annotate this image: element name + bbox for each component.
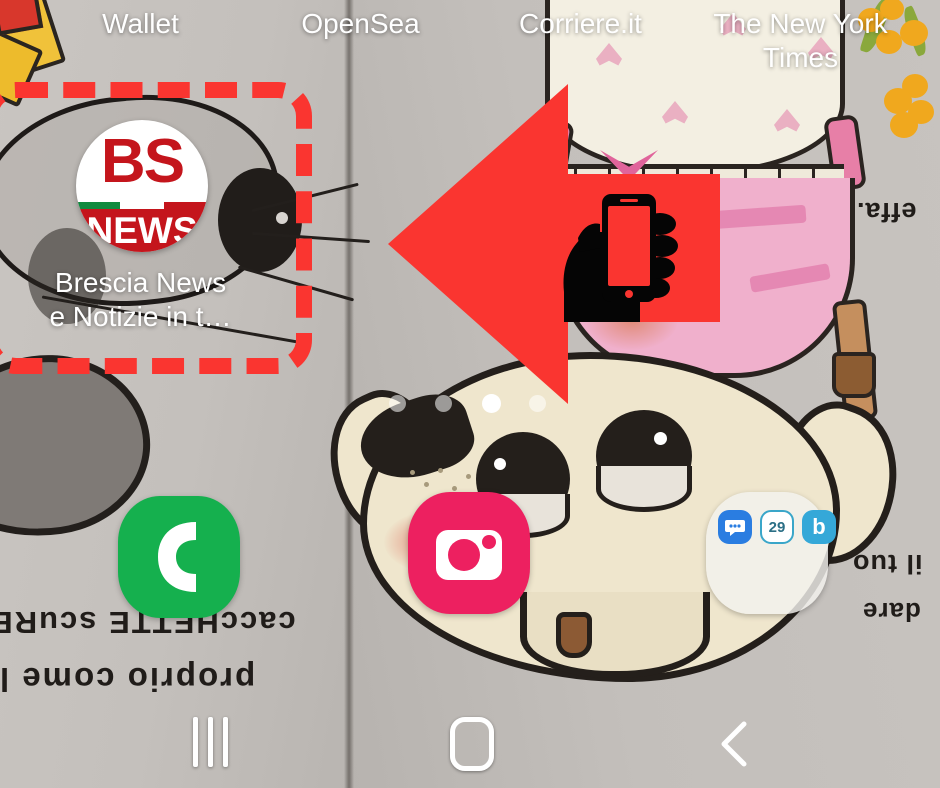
recents-button[interactable] — [150, 700, 270, 788]
page-dot-3-active[interactable] — [482, 394, 501, 413]
home-screen: Wallet OpenSea Corriere.it The New York … — [0, 0, 940, 788]
brescia-news-label-line1: Brescia News — [54, 267, 227, 298]
dock-camera-app[interactable] — [408, 492, 530, 614]
dock-app-folder[interactable]: 29 b — [706, 492, 836, 614]
page-dot-4[interactable] — [529, 395, 546, 412]
calendar-day-number: 29 — [768, 518, 786, 536]
bs-logo-initials: BS — [100, 127, 185, 197]
phone-icon — [158, 522, 196, 592]
italian-flag-stripe — [76, 201, 208, 209]
page-indicator — [389, 393, 559, 415]
bs-logo-news-text: NEWS — [76, 208, 208, 252]
browser-glyph: b — [812, 514, 826, 539]
brescia-news-icon[interactable]: BS NEWS — [76, 120, 208, 252]
camera-icon — [436, 530, 502, 580]
message-bubble-glyph — [725, 520, 745, 536]
page-dot-1[interactable] — [389, 395, 406, 412]
calendar-icon[interactable]: 29 — [760, 510, 794, 544]
back-button[interactable] — [676, 700, 796, 788]
page-dot-2[interactable] — [435, 395, 452, 412]
dock-phone-app[interactable] — [118, 496, 240, 618]
navigation-bar — [0, 700, 940, 788]
brescia-news-label-line2: e Notizie in t… — [49, 301, 232, 332]
home-icon — [450, 717, 494, 771]
pointer-arrow — [388, 84, 720, 404]
app-label-nytimes[interactable]: The New York Times — [683, 7, 918, 75]
message-bubble-icon[interactable] — [718, 510, 752, 544]
brescia-news-label[interactable]: Brescia News e Notizie in t… — [23, 266, 258, 334]
back-chevron-icon — [721, 721, 747, 767]
app-label-corriere[interactable]: Corriere.it — [463, 7, 698, 41]
app-label-opensea[interactable]: OpenSea — [243, 7, 478, 41]
browser-icon[interactable]: b — [802, 510, 836, 544]
app-label-wallet[interactable]: Wallet — [23, 7, 258, 41]
recents-icon — [188, 716, 233, 772]
home-button[interactable] — [412, 700, 532, 788]
phone-in-hand-icon — [563, 194, 678, 322]
